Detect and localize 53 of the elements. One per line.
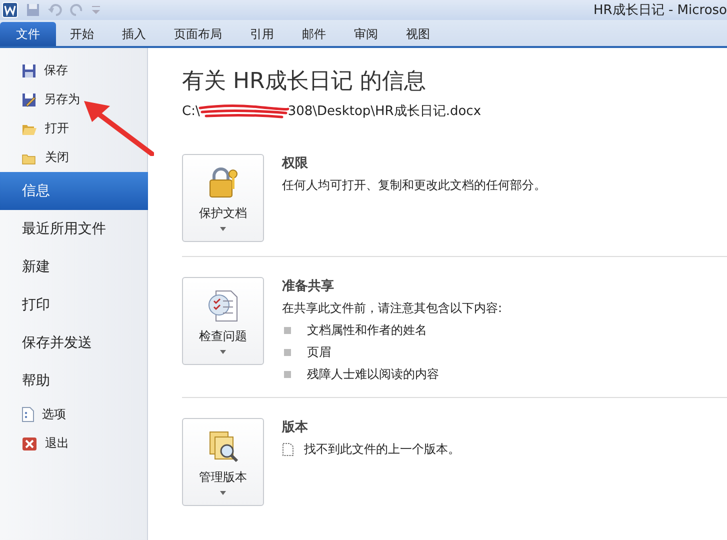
dropdown-button[interactable]: 检查问题 xyxy=(182,277,264,365)
caret-icon xyxy=(220,350,226,354)
menu-item[interactable]: 选项 xyxy=(0,400,147,429)
document-options-icon xyxy=(22,407,34,422)
ribbon-tab[interactable]: 文件 xyxy=(0,22,56,46)
bullet-icon xyxy=(284,371,291,378)
menu-item[interactable]: 另存为 xyxy=(0,85,147,114)
file-path: 308\Desktop\HR成长日记.docx xyxy=(288,103,482,120)
ribbon-tab[interactable]: 审阅 xyxy=(340,22,392,46)
ribbon-tab[interactable]: 开始 xyxy=(56,22,108,46)
word-logo-icon[interactable] xyxy=(2,2,18,18)
menu-item[interactable]: 最近所用文件 xyxy=(0,210,147,248)
customize-caret-icon[interactable] xyxy=(92,4,100,16)
window-title: HR成长日记 - Microso xyxy=(594,2,727,19)
section-heading: 权限 xyxy=(282,155,309,172)
undo-icon[interactable] xyxy=(48,3,62,17)
menu-item[interactable]: 退出 xyxy=(0,429,147,458)
section-text: 在共享此文件前，请注意其包含以下内容: xyxy=(282,300,502,317)
menu-item[interactable]: 帮助 xyxy=(0,362,147,400)
arrow-annotation xyxy=(82,98,154,156)
ribbon-tab[interactable]: 引用 xyxy=(236,22,288,46)
bullet-icon xyxy=(284,327,291,334)
document-icon xyxy=(282,443,294,456)
ribbon-tab[interactable]: 视图 xyxy=(392,22,444,46)
bullet-text: 文档属性和作者的姓名 xyxy=(307,322,427,339)
info-title: 有关 HR成长日记 的信息 xyxy=(182,68,427,96)
caret-icon xyxy=(220,226,226,230)
ribbon-tab[interactable]: 邮件 xyxy=(288,22,340,46)
ribbon-tab[interactable]: 页面布局 xyxy=(160,22,236,46)
section-text: 找不到此文件的上一个版本。 xyxy=(304,441,460,458)
caret-icon xyxy=(220,490,226,494)
menu-item[interactable]: 保存并发送 xyxy=(0,324,147,362)
bullet-text: 残障人士难以阅读的内容 xyxy=(307,366,439,383)
menu-item[interactable]: 新建 xyxy=(0,248,147,286)
menu-item[interactable]: 保存 xyxy=(0,56,147,85)
menu-item[interactable]: 关闭 xyxy=(0,143,147,172)
bullet-icon xyxy=(284,349,291,356)
file-path: C:\ xyxy=(182,104,200,118)
menu-item[interactable]: 打开 xyxy=(0,114,147,143)
ribbon-tab[interactable]: 插入 xyxy=(108,22,160,46)
dropdown-button[interactable]: 管理版本 xyxy=(182,418,264,506)
floppy-pencil-icon xyxy=(22,92,36,106)
save-icon[interactable] xyxy=(26,3,40,17)
close-icon xyxy=(22,436,37,450)
bullet-text: 页眉 xyxy=(307,344,331,361)
section-heading: 准备共享 xyxy=(282,278,335,295)
menu-item[interactable]: 信息 xyxy=(0,172,148,210)
section-heading: 版本 xyxy=(282,419,309,436)
checklist-icon xyxy=(206,288,240,322)
section-text: 任何人均可打开、复制和更改此文档的任何部分。 xyxy=(282,177,546,194)
redo-icon[interactable] xyxy=(70,3,84,17)
menu-item[interactable]: 打印 xyxy=(0,286,147,324)
dropdown-button[interactable]: 保护文档 xyxy=(182,154,264,242)
